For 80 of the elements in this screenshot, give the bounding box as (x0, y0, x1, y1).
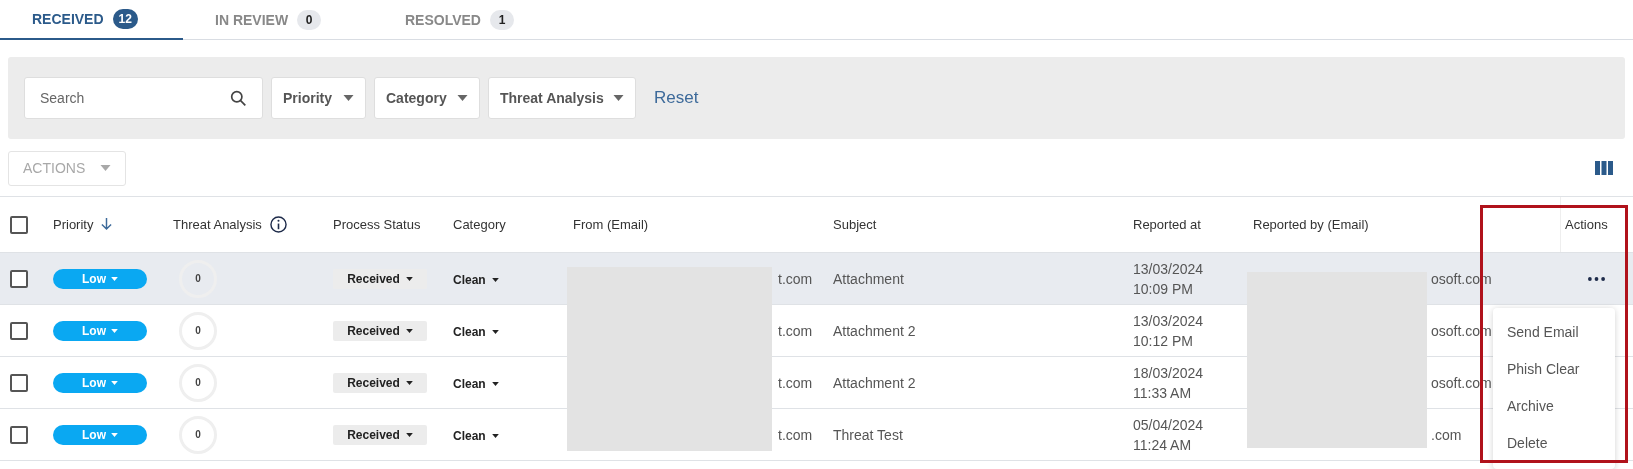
tag-dropdown[interactable]: Clean (453, 426, 499, 445)
threat-score-ring: 0 (179, 363, 217, 402)
time-text: 10:09 PM (1133, 279, 1194, 299)
caret-icon (457, 95, 468, 101)
column-header: Category (453, 215, 506, 234)
caret-icon (405, 380, 413, 385)
date-text: 18/03/2024 (1133, 363, 1205, 383)
info-icon[interactable] (269, 216, 287, 233)
caret-icon (491, 277, 499, 282)
caret-icon (613, 95, 624, 101)
caret-icon (491, 433, 499, 438)
filter-dropdown[interactable]: Priority (271, 77, 366, 119)
filter-dropdown[interactable]: Threat Analysis (488, 77, 636, 119)
threat-score-ring: 0 (179, 311, 217, 350)
column-header: Process Status (333, 215, 421, 234)
column-header: Subject (833, 215, 877, 234)
search-field[interactable]: Search (24, 77, 263, 119)
caret-icon (491, 381, 499, 386)
checkbox[interactable] (10, 269, 28, 288)
email-text: .com (1431, 426, 1462, 443)
column-header: Reported at (1133, 215, 1201, 234)
subject-text: Threat Test (833, 426, 903, 443)
date-text: 13/03/2024 (1133, 311, 1205, 331)
filter-dropdown[interactable]: Category (374, 77, 480, 119)
columns-icon[interactable] (1595, 161, 1613, 175)
tab[interactable]: RESOLVED 1 (373, 0, 563, 40)
status-dropdown[interactable]: Received (333, 268, 427, 289)
column-header[interactable]: Priority (53, 214, 94, 235)
caret-icon (405, 276, 413, 281)
caret-icon (343, 95, 354, 101)
caret-icon (111, 276, 118, 281)
tag-dropdown[interactable]: Clean (453, 322, 499, 341)
tab[interactable]: RECEIVED 12 (0, 0, 183, 40)
count-badge: 12 (112, 9, 138, 29)
caret-icon (405, 432, 413, 437)
threat-score-ring: 0 (179, 415, 217, 454)
tag-dropdown[interactable]: Clean (453, 374, 499, 393)
search-input[interactable]: Search (40, 87, 200, 109)
date-text: 05/04/2024 (1133, 415, 1205, 435)
email-text: t.com (778, 270, 813, 287)
caret-icon (111, 432, 118, 437)
column-header: Threat Analysis (173, 215, 262, 234)
subject-text: Attachment (833, 270, 904, 287)
reset-link[interactable]: Reset (654, 85, 699, 111)
status-dropdown[interactable]: Received (333, 424, 427, 445)
checkbox[interactable] (10, 425, 28, 444)
checkbox[interactable] (10, 215, 28, 234)
tab[interactable]: IN REVIEW 0 (183, 0, 373, 40)
caret-icon (111, 380, 118, 385)
tag-dropdown[interactable]: Clean (453, 270, 499, 289)
email-text: t.com (778, 374, 813, 391)
time-text: 10:12 PM (1133, 331, 1194, 351)
caret-icon (491, 329, 499, 334)
column-header: Actions (1565, 215, 1608, 234)
count-badge: 1 (490, 10, 514, 30)
checkbox[interactable] (10, 321, 28, 340)
menu-item[interactable]: Phish Clear (1507, 359, 1580, 380)
time-text: 11:33 AM (1133, 383, 1193, 403)
more-icon[interactable] (1588, 276, 1605, 281)
email-text: t.com (778, 426, 813, 443)
menu-item[interactable]: Archive (1507, 396, 1554, 417)
email-text: t.com (778, 322, 813, 339)
checkbox[interactable] (10, 373, 28, 392)
column-header: Reported by (Email) (1253, 215, 1369, 234)
time-text: 11:24 AM (1133, 435, 1193, 455)
status-dropdown[interactable]: Received (333, 372, 427, 393)
menu-item[interactable]: Delete (1507, 433, 1548, 454)
subject-text: Attachment 2 (833, 374, 916, 391)
caret-icon (100, 165, 111, 171)
date-text: 13/03/2024 (1133, 259, 1205, 279)
subject-text: Attachment 2 (833, 322, 916, 339)
column-header: From (Email) (573, 215, 649, 234)
count-badge: 0 (297, 10, 322, 30)
sort-arrow-icon[interactable] (101, 218, 113, 231)
menu-item[interactable]: Send Email (1507, 322, 1579, 343)
status-dropdown[interactable]: Received (333, 320, 427, 341)
search-icon (230, 89, 247, 107)
caret-icon (405, 328, 413, 333)
caret-icon (111, 328, 118, 333)
threat-score-ring: 0 (179, 259, 217, 298)
